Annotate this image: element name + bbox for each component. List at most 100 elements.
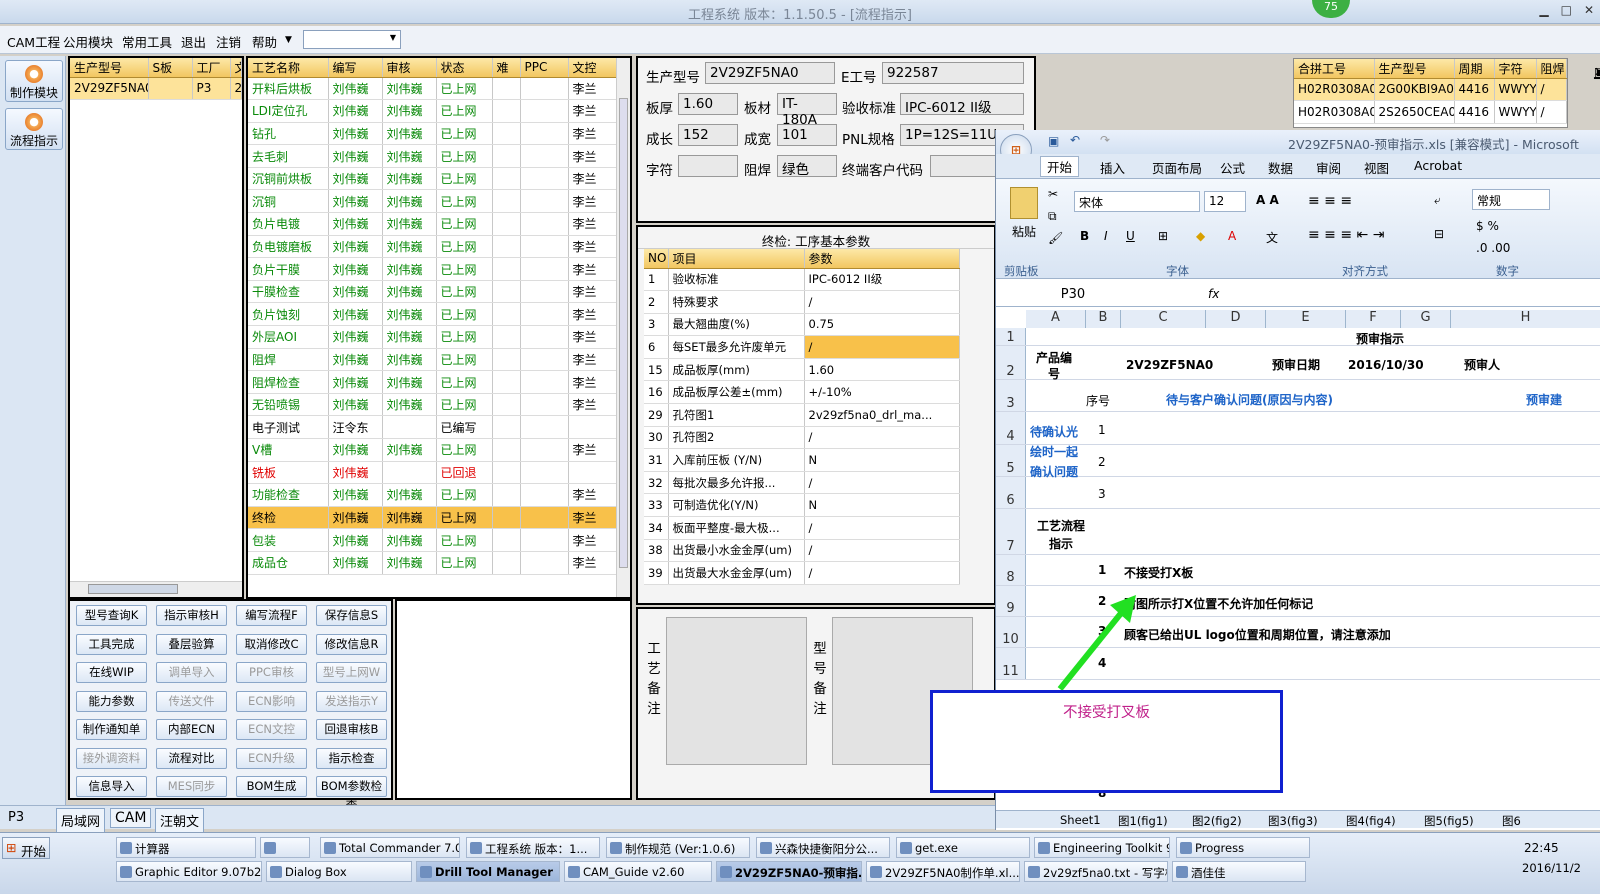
sheet-tab[interactable]: Sheet1 xyxy=(1060,813,1101,827)
taskbar-item[interactable]: Graphic Editor 9.07b2 (... xyxy=(116,861,262,882)
col-header[interactable]: S板 xyxy=(148,58,193,78)
menu-tools[interactable]: 常用工具 xyxy=(122,32,172,51)
decimal-icon[interactable]: .0 .00 xyxy=(1476,241,1510,255)
action-button[interactable]: 发送指示Y xyxy=(316,690,387,712)
function-icon[interactable]: fx xyxy=(1208,287,1219,301)
column-header[interactable]: D xyxy=(1206,310,1266,328)
ribbon-tab[interactable]: Acrobat xyxy=(1414,158,1462,173)
taskbar-item[interactable]: 2V29ZF5NA0-预审指... xyxy=(716,861,862,882)
cell-date[interactable]: 2016/10/30 xyxy=(1348,358,1448,380)
cell-seq[interactable]: 1 xyxy=(1098,423,1118,441)
action-button[interactable]: 回退审核B xyxy=(316,719,387,740)
col-header[interactable]: 参数 xyxy=(804,249,960,269)
table-row[interactable]: 负片干膜 刘伟巍 刘伟巍 已上网 李兰 xyxy=(248,257,630,281)
table-row[interactable]: 负片蚀刻 刘伟巍 刘伟巍 已上网 李兰 xyxy=(248,302,630,327)
table-row[interactable]: 沉铜 刘伟巍 刘伟巍 已上网 李兰 xyxy=(248,189,630,214)
table-row[interactable]: 功能检查 刘伟巍 刘伟巍 已上网 李兰 xyxy=(248,483,630,507)
column-header[interactable]: E xyxy=(1266,310,1346,328)
col-header[interactable]: NO xyxy=(644,249,669,269)
col-header[interactable]: PPC xyxy=(520,58,569,78)
taskbar-item[interactable]: get.exe xyxy=(896,837,1030,858)
table-row[interactable]: H02R0308A0 2G00KBI9A0 4416 WWYY / xyxy=(1294,78,1567,101)
action-button[interactable]: 保存信息S xyxy=(316,605,387,626)
e-number-field[interactable]: 922587 xyxy=(882,62,1024,84)
cell-date-label[interactable]: 预审日期 xyxy=(1272,356,1352,378)
sheet-tab[interactable]: 图6 xyxy=(1502,813,1521,829)
chevron-down-icon[interactable]: ▼ xyxy=(285,35,292,45)
align-top-icons[interactable]: ≡ ≡ ≡ xyxy=(1308,193,1398,213)
sheet-tab[interactable]: 图3(fig3) xyxy=(1268,813,1318,829)
action-button[interactable]: BOM参数检查 xyxy=(316,776,387,812)
bold-icon[interactable]: B xyxy=(1080,229,1089,243)
sheet-tab[interactable]: 图5(fig5) xyxy=(1424,813,1474,829)
cell-item[interactable]: 不接受打X板 xyxy=(1124,564,1594,582)
name-box[interactable]: P30 xyxy=(998,287,1148,305)
taskbar-item[interactable]: 2V29ZF5NA0制作单.xl... xyxy=(866,861,1020,882)
standard-field[interactable]: IPC-6012 II级 xyxy=(900,93,1024,116)
table-row[interactable]: 34 板面平整度-最大极... / xyxy=(644,516,960,540)
taskbar-item[interactable]: 兴森快捷衡阳分公... xyxy=(756,837,890,858)
col-header[interactable]: 工艺名称 xyxy=(248,58,329,78)
grow-font-icon[interactable]: A A xyxy=(1256,193,1279,207)
cut-icon[interactable]: ✂ xyxy=(1048,187,1058,201)
table-row[interactable]: 31 入库前压板 (Y/N) N xyxy=(644,448,960,472)
nav-make-module[interactable]: ● 制作模块 xyxy=(5,60,63,102)
col-header[interactable]: 难 xyxy=(492,58,521,78)
menu-logout[interactable]: 注销 xyxy=(216,32,241,51)
col-header[interactable]: 编写 xyxy=(328,58,383,78)
format-painter-icon[interactable]: 🖌 xyxy=(1048,231,1063,245)
action-button[interactable]: 修改信息R xyxy=(316,633,387,655)
taskbar-item[interactable]: CAM_Guide v2.60 xyxy=(564,861,712,882)
table-row[interactable]: H02R0308A0 2S2650CEA0 4416 WWYY / xyxy=(1294,100,1567,124)
action-button[interactable]: MES同步 xyxy=(156,776,227,797)
cell-issue-label[interactable]: 待与客户确认问题(原因与内容) xyxy=(1166,391,1426,411)
toolbar-combo[interactable]: ▼ xyxy=(303,30,401,49)
action-button[interactable]: ECN升级 xyxy=(236,747,307,769)
column-header[interactable]: A xyxy=(1026,310,1086,328)
row-header[interactable]: 8 xyxy=(996,555,1026,586)
table-row[interactable]: 负片电镀 刘伟巍 刘伟巍 已上网 李兰 xyxy=(248,212,630,236)
currency-icon[interactable]: $ % xyxy=(1476,219,1499,233)
row-header[interactable]: 3 xyxy=(996,380,1026,412)
action-button[interactable]: 在线WIP xyxy=(76,662,147,683)
menu-common-modules[interactable]: 公用模块 xyxy=(63,32,113,51)
row-header[interactable]: 4 xyxy=(996,412,1026,445)
font-color-icon[interactable]: A xyxy=(1228,229,1236,243)
col-header[interactable]: 项目 xyxy=(668,249,805,269)
action-button[interactable]: 型号上网W xyxy=(316,662,387,683)
table-row[interactable]: 负电镀磨板 刘伟巍 刘伟巍 已上网 李兰 xyxy=(248,235,630,259)
close-icon[interactable]: ✕ xyxy=(1594,64,1600,79)
table-row[interactable]: 无铅喷锡 刘伟巍 刘伟巍 已上网 李兰 xyxy=(248,393,630,417)
phonetic-icon[interactable]: 文 xyxy=(1266,229,1278,246)
table-row[interactable]: 阻焊 刘伟巍 刘伟巍 已上网 李兰 xyxy=(248,348,630,372)
cell-seq[interactable]: 3 xyxy=(1098,487,1118,505)
col-header[interactable]: 审核 xyxy=(382,58,437,78)
tab-p3[interactable]: P3 xyxy=(8,810,24,825)
taskbar-item[interactable]: Drill Tool Manager xyxy=(416,861,560,882)
underline-icon[interactable]: U xyxy=(1126,229,1135,243)
wrap-text-icon[interactable]: ⤶ xyxy=(1434,193,1441,208)
taskbar-item[interactable]: 计算器 xyxy=(116,837,256,858)
table-row[interactable]: 终检 刘伟巍 刘伟巍 已上网 李兰 xyxy=(248,506,630,530)
row-header[interactable]: 11 xyxy=(996,648,1026,680)
action-button[interactable]: 型号查询K xyxy=(76,605,147,626)
minimize-icon[interactable]: ▁ xyxy=(1539,3,1548,17)
row-header[interactable]: 9 xyxy=(996,586,1026,617)
close-icon[interactable]: ✕ xyxy=(1584,3,1594,17)
action-button[interactable]: 信息导入 xyxy=(76,776,147,797)
process-remark-textarea[interactable] xyxy=(666,617,807,765)
menu-cam[interactable]: CAM工程 xyxy=(7,32,60,51)
start-button[interactable]: ⊞ 开始 xyxy=(2,837,50,859)
cell-confirm-label[interactable]: 待确认光绘时一起确认问题 xyxy=(1030,422,1084,502)
ribbon-tab[interactable]: 数据 xyxy=(1268,158,1293,177)
sheet-tab[interactable]: 图4(fig4) xyxy=(1346,813,1396,829)
solder-mask-field[interactable]: 绿色 xyxy=(777,155,837,178)
table-row[interactable]: 去毛刺 刘伟巍 刘伟巍 已上网 李兰 xyxy=(248,144,630,168)
merge-center-icon[interactable]: ⊟ xyxy=(1434,227,1444,241)
action-button[interactable]: 叠层验算 xyxy=(156,633,227,655)
number-format-select[interactable]: 常规 xyxy=(1472,189,1550,210)
border-icon[interactable]: ⊞ xyxy=(1158,229,1168,243)
table-row[interactable]: 6 每SET最多允许废单元 / xyxy=(644,335,960,359)
table-row[interactable]: 干膜检查 刘伟巍 刘伟巍 已上网 李兰 xyxy=(248,280,630,304)
taskbar-item[interactable]: 工程系统 版本：1... xyxy=(466,837,600,858)
